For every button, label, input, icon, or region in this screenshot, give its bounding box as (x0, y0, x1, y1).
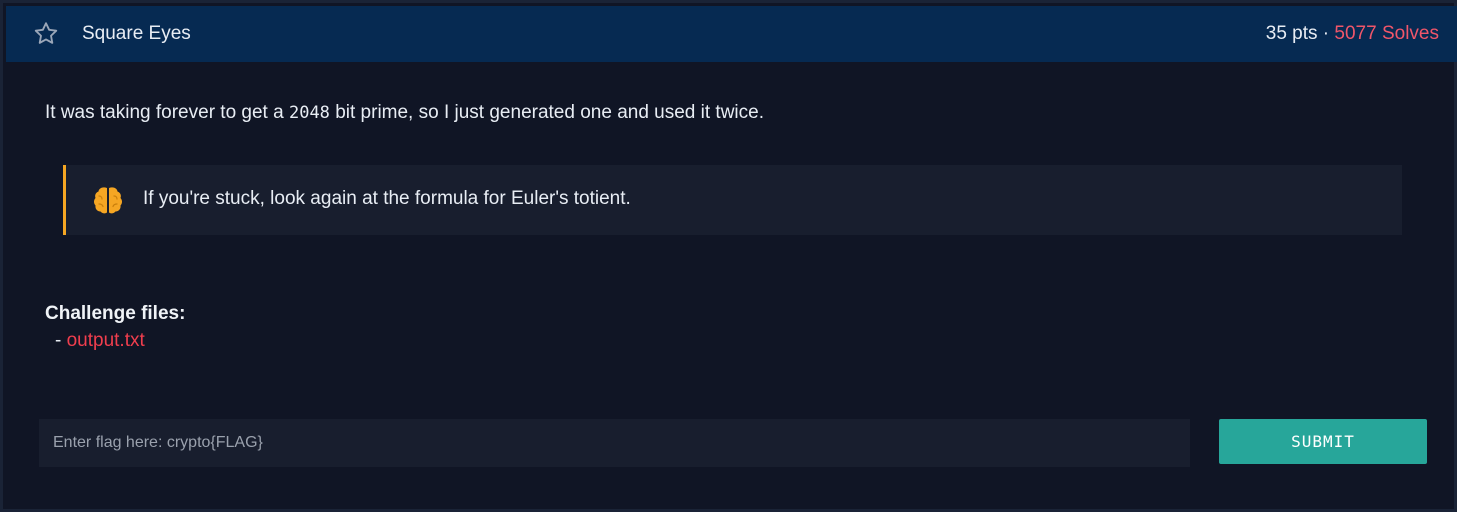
challenge-title: Square Eyes (82, 23, 191, 44)
challenge-card: Square Eyes 35 pts · 5077 Solves It was … (0, 0, 1457, 512)
meta-separator: · (1317, 23, 1335, 44)
file-link-output-txt[interactable]: output.txt (67, 330, 145, 351)
file-bullet: - (55, 330, 67, 351)
flag-input[interactable] (39, 419, 1190, 467)
file-list-item: - output.txt (55, 330, 145, 352)
challenge-meta: 35 pts · 5077 Solves (1266, 23, 1439, 45)
solves-count: 5077 Solves (1334, 23, 1439, 44)
star-outline-icon[interactable] (32, 20, 60, 48)
points-text: 35 pts (1265, 23, 1318, 44)
challenge-description: It was taking forever to get a 2048 bit … (45, 102, 764, 124)
description-number: 2048 (288, 103, 330, 123)
description-prefix: It was taking forever to get a (45, 102, 289, 123)
hint-box: If you're stuck, look again at the formu… (63, 165, 1402, 235)
hint-text: If you're stuck, look again at the formu… (143, 188, 631, 209)
challenge-header[interactable]: Square Eyes 35 pts · 5077 Solves (6, 6, 1457, 62)
brain-icon (94, 187, 122, 214)
description-suffix: bit prime, so I just generated one and u… (329, 102, 764, 123)
submit-button[interactable]: SUBMIT (1219, 419, 1427, 464)
challenge-files-label: Challenge files: (45, 303, 186, 324)
